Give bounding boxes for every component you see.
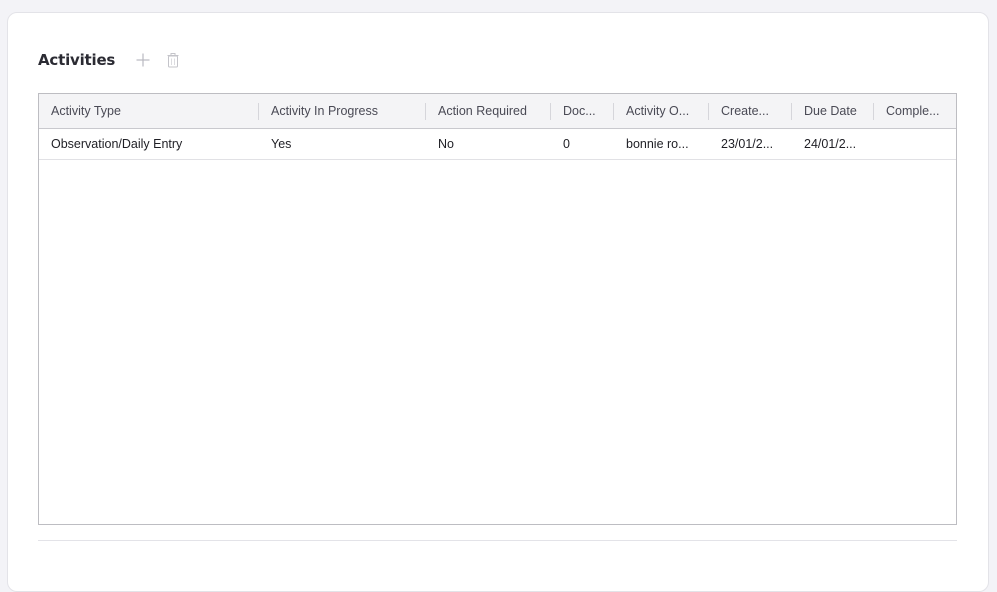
column-header-action-required[interactable]: Action Required (426, 94, 551, 128)
column-header-created[interactable]: Create... (709, 94, 792, 128)
footer-divider (38, 540, 957, 541)
plus-icon (136, 53, 150, 67)
column-header-due-date[interactable]: Due Date (792, 94, 874, 128)
activities-panel: Activities Activity Type Activity In Pro… (7, 12, 989, 592)
cell-activity-owner: bonnie ro... (626, 137, 689, 151)
trash-icon (167, 52, 179, 67)
add-activity-button[interactable] (133, 50, 153, 70)
delete-activity-button[interactable] (163, 50, 183, 70)
cell-action-required: No (438, 137, 454, 151)
cell-created: 23/01/2... (721, 137, 774, 151)
column-header-documents[interactable]: Doc... (551, 94, 614, 128)
table-row[interactable]: Observation/Daily Entry Yes No 0 bonnie … (39, 129, 956, 160)
column-header-completed[interactable]: Comple... (874, 94, 956, 128)
column-header-activity-owner[interactable]: Activity O... (614, 94, 709, 128)
table-header-row: Activity Type Activity In Progress Actio… (39, 94, 956, 129)
activities-table: Activity Type Activity In Progress Actio… (38, 93, 957, 525)
panel-title: Activities (38, 51, 116, 69)
column-header-activity-in-progress[interactable]: Activity In Progress (259, 94, 426, 128)
cell-activity-in-progress: Yes (271, 137, 292, 151)
column-header-activity-type[interactable]: Activity Type (39, 94, 259, 128)
cell-completed (874, 129, 956, 159)
panel-header: Activities (38, 48, 183, 72)
cell-due-date: 24/01/2... (804, 137, 857, 151)
cell-documents: 0 (563, 137, 570, 151)
cell-activity-type: Observation/Daily Entry (51, 137, 183, 151)
